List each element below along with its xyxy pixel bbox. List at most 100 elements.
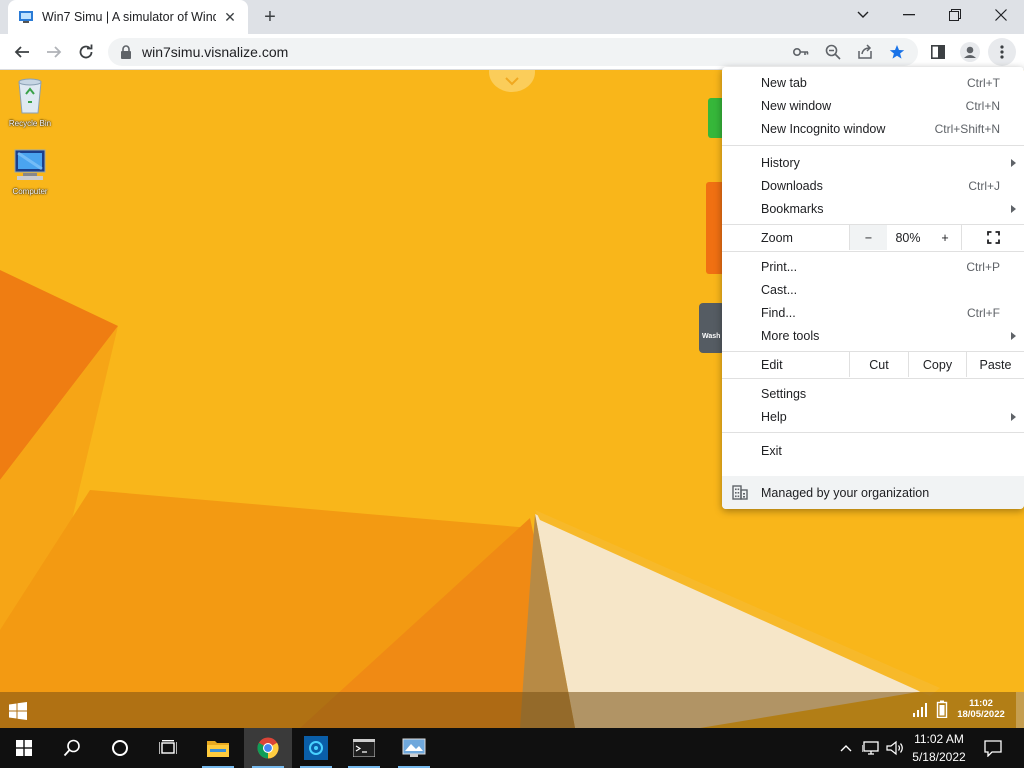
menu-item-cast[interactable]: Cast... [722,278,1024,301]
task-view-icon [159,740,177,754]
forward-arrow-icon [47,46,62,58]
managed-by-organization-item[interactable]: Managed by your organization [722,476,1024,509]
url-text[interactable]: win7simu.visnalize.com [142,44,288,60]
menu-item-label: New tab [761,75,807,90]
show-hidden-icons-button[interactable] [836,728,856,768]
menu-item-label: More tools [761,328,820,343]
taskbar-clock[interactable]: 11:02 AM 5/18/2022 [906,730,972,766]
chrome-menu: New tab Ctrl+T New window Ctrl+N New Inc… [722,67,1024,509]
zoom-row: Zoom − 80% + [722,225,1024,250]
simulated-start-button[interactable] [9,702,27,720]
menu-item-shortcut: Ctrl+Shift+N [934,121,1000,136]
minimize-button[interactable] [886,0,932,30]
cut-label: Cut [869,357,889,372]
menu-item-bookmarks[interactable]: Bookmarks [722,197,1024,220]
edit-label: Edit [761,358,783,372]
menu-item-label: Find... [761,305,796,320]
password-key-icon[interactable] [792,43,810,61]
side-panel-button[interactable] [924,38,952,66]
network-button[interactable] [860,728,882,768]
menu-divider [722,378,1024,379]
lock-icon[interactable] [120,45,132,59]
show-desktop-button[interactable] [1016,692,1024,728]
menu-item-shortcut: Ctrl+T [967,75,1000,90]
profile-button[interactable] [956,38,984,66]
forward-button[interactable] [40,38,68,66]
signal-bars-icon[interactable] [912,700,930,718]
windows-taskbar: 11:02 AM 5/18/2022 [0,728,1024,768]
menu-item-more-tools[interactable]: More tools [722,324,1024,347]
menu-item-label: Exit [761,443,782,458]
zoom-in-button[interactable]: + [929,225,961,250]
menu-item-help[interactable]: Help [722,405,1024,428]
bookmark-star-icon[interactable] [888,43,906,61]
action-center-button[interactable] [978,728,1008,768]
menu-item-downloads[interactable]: Downloads Ctrl+J [722,174,1024,197]
simulated-clock[interactable]: 11:02 18/05/2022 [950,698,1012,720]
clock-time: 11:02 AM [914,732,964,746]
menu-item-exit[interactable]: Exit [722,439,1024,462]
terminal-taskbar-button[interactable] [340,728,388,768]
gadget-label: Wash [702,333,721,340]
zoom-plus-label: + [941,230,949,245]
volume-button[interactable] [884,728,906,768]
fullscreen-button[interactable] [961,225,1024,250]
desktop-icon-label: Recycle Bin [8,119,52,128]
copy-button[interactable]: Copy [908,352,966,377]
close-window-button[interactable] [978,0,1024,30]
search-button[interactable] [48,728,96,768]
file-explorer-button[interactable] [194,728,242,768]
close-icon [995,9,1007,21]
win7simu-taskbar-button[interactable] [390,728,438,768]
menu-item-label: New Incognito window [761,121,886,136]
menu-item-label: History [761,155,800,170]
address-bar[interactable]: win7simu.visnalize.com [108,38,918,66]
back-arrow-icon [14,46,29,58]
menu-item-settings[interactable]: Settings [722,382,1024,405]
task-view-button[interactable] [144,728,192,768]
simulated-clock-date: 18/05/2022 [957,709,1005,720]
paste-button[interactable]: Paste [966,352,1024,377]
app-taskbar-button[interactable] [292,728,340,768]
desktop-icon-recycle-bin[interactable]: Recycle Bin [0,76,60,128]
menu-item-history[interactable]: History [722,151,1024,174]
battery-icon[interactable] [936,700,948,718]
minimize-icon [903,14,915,16]
tab-title: Win7 Simu | A simulator of Windows [42,10,216,24]
desktop-icon-computer[interactable]: Computer [0,148,60,196]
cortana-button[interactable] [96,728,144,768]
chrome-menu-button[interactable] [988,38,1016,66]
menu-divider [722,251,1024,252]
tab-strip: Win7 Simu | A simulator of Windows ✕ + [0,0,1024,34]
menu-item-new-incognito[interactable]: New Incognito window Ctrl+Shift+N [722,117,1024,140]
menu-item-shortcut: Ctrl+N [965,98,1000,113]
network-icon [862,741,879,755]
start-button[interactable] [0,728,48,768]
back-button[interactable] [8,38,36,66]
menu-item-label: Bookmarks [761,201,824,216]
zoom-label: Zoom [761,231,793,245]
zoom-out-button[interactable]: − [849,225,887,250]
windows-logo-icon [16,740,32,756]
chrome-taskbar-button[interactable] [244,728,292,768]
menu-item-shortcut: Ctrl+P [966,259,1000,274]
tab-close-icon[interactable]: ✕ [222,9,238,25]
building-icon [732,485,748,500]
reload-button[interactable] [72,38,100,66]
submenu-arrow-icon [1011,158,1016,167]
submenu-arrow-icon [1011,204,1016,213]
zoom-out-icon[interactable] [824,43,842,61]
share-icon[interactable] [856,43,874,61]
copy-label: Copy [922,357,953,372]
menu-item-new-tab[interactable]: New tab Ctrl+T [722,71,1024,94]
tab-search-button[interactable] [840,0,886,30]
restore-button[interactable] [932,0,978,30]
menu-item-new-window[interactable]: New window Ctrl+N [722,94,1024,117]
menu-item-find[interactable]: Find... Ctrl+F [722,301,1024,324]
side-panel-icon [931,45,945,59]
submenu-arrow-icon [1011,412,1016,421]
menu-item-print[interactable]: Print... Ctrl+P [722,255,1024,278]
browser-tab[interactable]: Win7 Simu | A simulator of Windows ✕ [8,0,248,34]
new-tab-button[interactable]: + [258,6,282,28]
cut-button[interactable]: Cut [849,352,908,377]
